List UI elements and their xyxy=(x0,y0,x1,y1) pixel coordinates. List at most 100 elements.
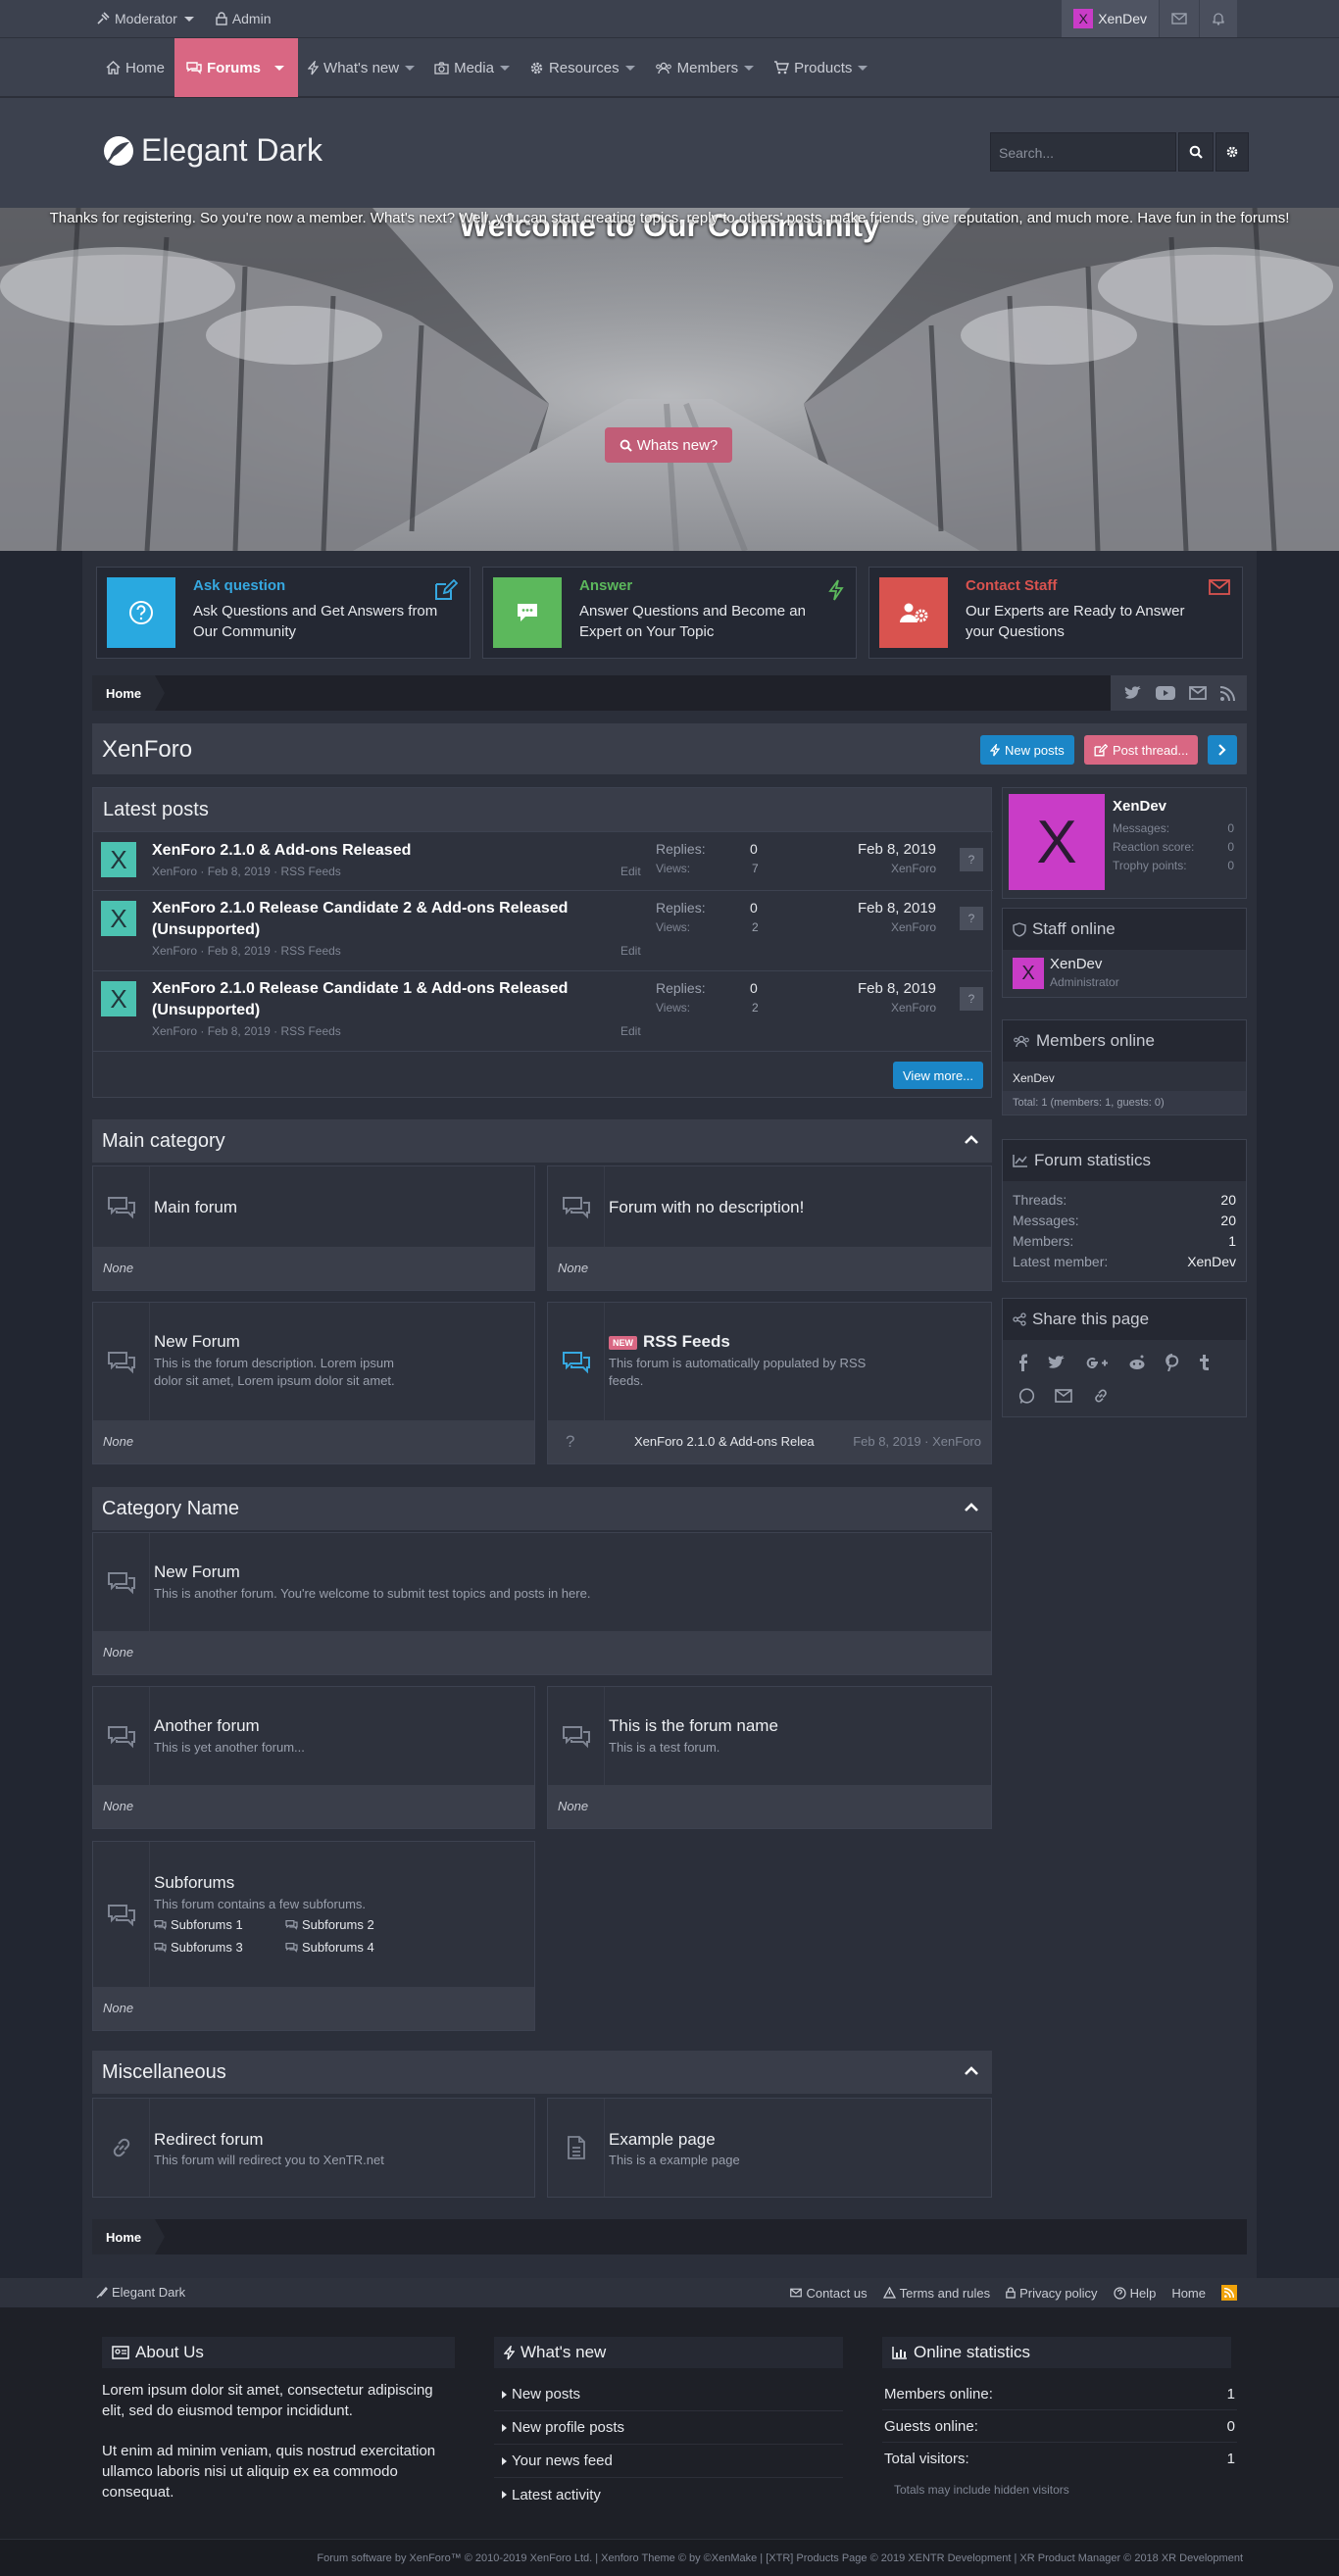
forum-title[interactable]: Redirect forum xyxy=(154,2130,263,2150)
post-avatar[interactable]: X xyxy=(101,842,136,877)
forum-rss-feeds[interactable]: NEW RSS Feeds This forum is automatically… xyxy=(547,1302,992,1464)
category-title[interactable]: Main category xyxy=(102,1130,225,1153)
tumblr-icon[interactable] xyxy=(1199,1354,1210,1371)
last-post-user[interactable]: XenForo xyxy=(891,920,936,934)
edit-link[interactable]: Edit xyxy=(620,865,641,878)
nav-media[interactable]: Media xyxy=(424,38,520,97)
staff-name[interactable]: XenDev xyxy=(1050,956,1102,972)
footer-link-new-posts[interactable]: New posts xyxy=(494,2378,843,2411)
post-row[interactable]: X XenForo 2.1.0 Release Candidate 1 & Ad… xyxy=(93,970,993,1051)
breadcrumb-home[interactable]: Home xyxy=(92,675,166,711)
more-button[interactable] xyxy=(1208,735,1237,765)
forum-title[interactable]: New Forum xyxy=(154,1562,240,1582)
contact-link[interactable]: Contact us xyxy=(790,2286,868,2301)
subforum-link[interactable]: Subforums 1 xyxy=(154,1917,243,1932)
envelope-icon[interactable] xyxy=(1189,686,1207,700)
privacy-link[interactable]: Privacy policy xyxy=(1006,2286,1098,2301)
breadcrumb-home[interactable]: Home xyxy=(92,2219,166,2254)
forum-title[interactable]: Example page xyxy=(609,2130,716,2150)
moderator-menu[interactable]: Moderator xyxy=(96,11,194,26)
forum-title[interactable]: Main forum xyxy=(154,1198,237,1217)
collapse-icon[interactable] xyxy=(965,2066,978,2076)
post-title[interactable]: XenForo 2.1.0 Release Candidate 1 & Add-… xyxy=(152,978,603,1021)
nav-members[interactable]: Members xyxy=(645,38,765,97)
email-icon[interactable] xyxy=(1055,1389,1072,1403)
last-poster-avatar[interactable]: ? xyxy=(960,907,983,930)
subforum-link[interactable]: Subforums 3 xyxy=(154,1940,243,1955)
rss-button[interactable] xyxy=(1221,2285,1237,2301)
category-title[interactable]: Miscellaneous xyxy=(102,2061,226,2084)
footer-link-latest-activity[interactable]: Latest activity xyxy=(494,2478,843,2511)
online-member[interactable]: XenDev xyxy=(1013,1071,1055,1085)
site-logo[interactable]: Elegant Dark xyxy=(104,132,322,169)
view-more-button[interactable]: View more... xyxy=(893,1062,984,1089)
edit-link[interactable]: Edit xyxy=(620,944,641,958)
forum-title[interactable]: This is the forum name xyxy=(609,1716,778,1736)
forum-new-forum-2[interactable]: New Forum This is another forum. You're … xyxy=(92,1532,992,1675)
footer-link-new-profile-posts[interactable]: New profile posts xyxy=(494,2411,843,2445)
admin-link[interactable]: Admin xyxy=(216,11,272,26)
forum-title[interactable]: Subforums xyxy=(154,1873,234,1893)
nav-products[interactable]: Products xyxy=(764,38,877,97)
subforum-link[interactable]: Subforums 4 xyxy=(285,1940,374,1955)
google-plus-icon[interactable] xyxy=(1085,1356,1109,1370)
last-poster-avatar[interactable]: ? xyxy=(960,987,983,1011)
user-menu[interactable]: X XenDev xyxy=(1061,0,1159,37)
search-settings-button[interactable] xyxy=(1215,132,1249,172)
page-example[interactable]: Example page This is a example page xyxy=(547,2098,992,2198)
feature-contact-staff[interactable]: Contact Staff Our Experts are Ready to A… xyxy=(868,567,1243,659)
forum-no-description[interactable]: Forum with no description! None xyxy=(547,1165,992,1291)
search-input[interactable]: Search... xyxy=(990,132,1176,172)
forum-title[interactable]: Another forum xyxy=(154,1716,260,1736)
feature-ask-question[interactable]: Ask question Ask Questions and Get Answe… xyxy=(96,567,471,659)
inbox-button[interactable] xyxy=(1159,0,1199,37)
whats-new-button[interactable]: Whats new? xyxy=(605,427,732,463)
forum-title[interactable]: New Forum xyxy=(154,1332,240,1352)
forum-title[interactable]: NEW RSS Feeds xyxy=(609,1332,730,1352)
last-post-title[interactable]: XenForo 2.1.0 & Add-ons Relea xyxy=(634,1434,815,1449)
last-post-date[interactable]: Feb 8, 2019 xyxy=(858,841,936,858)
forum-subforums[interactable]: Subforums This forum contains a few subf… xyxy=(92,1841,535,2031)
last-poster-avatar[interactable]: ? xyxy=(566,1432,574,1452)
twitter-icon[interactable] xyxy=(1124,685,1142,701)
post-avatar[interactable]: X xyxy=(101,901,136,936)
nav-resources[interactable]: Resources xyxy=(520,38,645,97)
user-name[interactable]: XenDev xyxy=(1113,798,1166,815)
pinterest-icon[interactable] xyxy=(1165,1354,1179,1371)
forum-title[interactable]: Forum with no description! xyxy=(609,1198,804,1217)
post-row[interactable]: X XenForo 2.1.0 & Add-ons Released XenFo… xyxy=(93,831,993,890)
forum-new-forum[interactable]: New Forum This is the forum description.… xyxy=(92,1302,535,1464)
forum-main-forum[interactable]: Main forum None xyxy=(92,1165,535,1291)
twitter-icon[interactable] xyxy=(1048,1355,1066,1370)
post-avatar[interactable]: X xyxy=(101,981,136,1016)
rss-icon[interactable] xyxy=(1220,685,1235,701)
youtube-icon[interactable] xyxy=(1156,686,1175,700)
subforum-link[interactable]: Subforums 2 xyxy=(285,1917,374,1932)
last-poster-avatar[interactable]: ? xyxy=(960,848,983,871)
help-link[interactable]: Help xyxy=(1113,2286,1156,2301)
collapse-icon[interactable] xyxy=(965,1135,978,1145)
forum-redirect[interactable]: Redirect forum This forum will redirect … xyxy=(92,2098,535,2198)
forum-another-forum[interactable]: Another forum This is yet another forum.… xyxy=(92,1686,535,1829)
edit-link[interactable]: Edit xyxy=(620,1024,641,1038)
last-post-user[interactable]: XenForo xyxy=(891,1001,936,1015)
last-post-user[interactable]: XenForo xyxy=(891,862,936,875)
post-row[interactable]: X XenForo 2.1.0 Release Candidate 2 & Ad… xyxy=(93,890,993,970)
footer-home-link[interactable]: Home xyxy=(1171,2286,1206,2301)
terms-link[interactable]: Terms and rules xyxy=(882,2286,990,2301)
search-button[interactable] xyxy=(1178,132,1214,172)
category-title[interactable]: Category Name xyxy=(102,1498,239,1520)
post-thread-button[interactable]: Post thread... xyxy=(1084,735,1199,765)
staff-avatar[interactable]: X xyxy=(1013,958,1044,989)
user-avatar[interactable]: X xyxy=(1009,794,1105,890)
forum-test-forum[interactable]: This is the forum name This is a test fo… xyxy=(547,1686,992,1829)
whatsapp-icon[interactable] xyxy=(1018,1387,1035,1405)
footer-link-news-feed[interactable]: Your news feed xyxy=(494,2445,843,2478)
nav-whats-new[interactable]: What's new xyxy=(298,38,424,97)
new-posts-button[interactable]: New posts xyxy=(980,735,1074,765)
link-icon[interactable] xyxy=(1092,1387,1110,1405)
nav-home[interactable]: Home xyxy=(96,38,174,97)
last-post-date[interactable]: Feb 8, 2019 xyxy=(858,980,936,997)
nav-forums[interactable]: Forums xyxy=(174,38,299,97)
alerts-button[interactable] xyxy=(1199,0,1237,37)
